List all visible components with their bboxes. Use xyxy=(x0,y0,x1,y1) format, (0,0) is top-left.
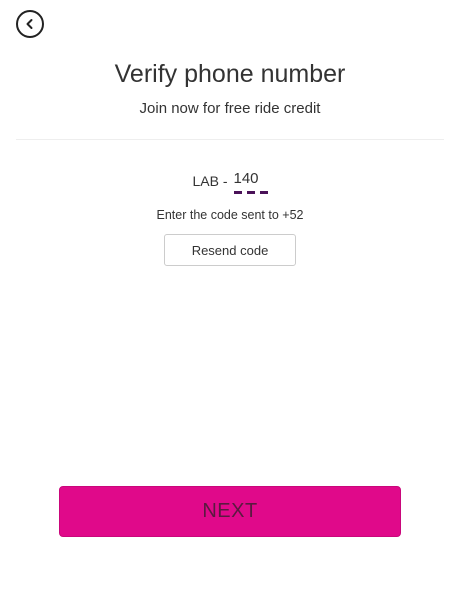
page-title: Verify phone number xyxy=(114,60,346,88)
resend-code-button[interactable]: Resend code xyxy=(164,234,296,266)
code-sent-hint: Enter the code sent to +52 xyxy=(156,208,304,222)
code-prefix: LAB - xyxy=(192,173,228,189)
code-dash xyxy=(233,191,242,194)
back-button[interactable] xyxy=(16,10,44,38)
page-subtitle: Join now for free ride credit xyxy=(139,100,321,117)
code-input[interactable] xyxy=(233,170,268,187)
code-input-container xyxy=(233,170,268,196)
code-dash xyxy=(259,191,268,194)
verify-phone-screen: Verify phone number Join now for free ri… xyxy=(0,0,460,612)
chevron-left-icon xyxy=(26,19,33,29)
header-divider xyxy=(16,139,444,140)
next-button[interactable]: NEXT xyxy=(59,486,401,537)
code-input-underline xyxy=(233,191,268,194)
code-entry-row: LAB - xyxy=(0,170,460,196)
code-dash xyxy=(246,191,255,194)
